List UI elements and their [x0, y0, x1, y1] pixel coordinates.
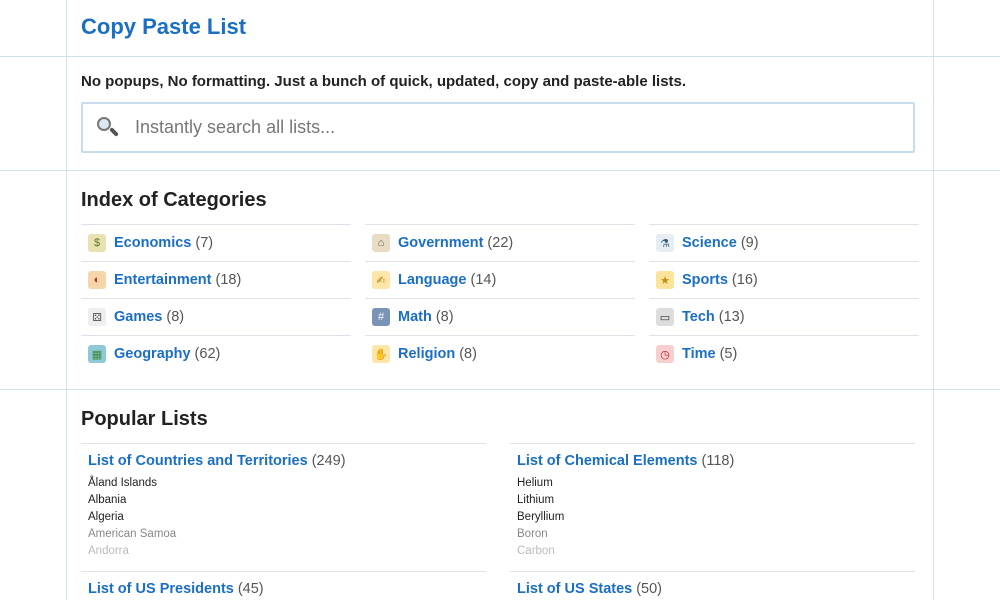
category-link[interactable]: Time	[682, 346, 716, 362]
category-link[interactable]: Entertainment	[114, 272, 212, 288]
alarm-clock-icon: ◷	[656, 345, 674, 363]
category-count: (9)	[740, 235, 759, 251]
numbers-icon: #	[372, 308, 390, 326]
list-item: American Samoa	[88, 528, 177, 540]
category-item-games: ⚄ Games (8)	[81, 298, 351, 335]
list-item: Lithium	[517, 494, 555, 506]
page-right-border	[933, 0, 934, 600]
category-count: (62)	[194, 346, 221, 362]
praying-hands-icon: ✋	[372, 345, 390, 363]
category-count: (8)	[435, 309, 454, 325]
category-item-time: ◷ Time (5)	[649, 335, 919, 372]
search-icon	[95, 115, 121, 141]
popular-list-link[interactable]: List of Countries and Territories	[88, 453, 308, 469]
popular-lists-heading: Popular Lists	[81, 408, 208, 430]
category-count: (8)	[459, 346, 477, 362]
classical-building-icon: ⌂	[372, 234, 390, 252]
category-count: (14)	[470, 272, 497, 288]
popular-list-card: List of US States (50)	[510, 571, 915, 597]
tagline: No popups, No formatting. Just a bunch o…	[81, 73, 687, 90]
category-link[interactable]: Geography	[114, 346, 191, 362]
category-column: ⚗ Science (9) ★ Sports (16) ▭ Tech (13) ◷ Time (5)	[649, 224, 919, 372]
category-count: (22)	[487, 235, 514, 251]
popular-list-card: List of Chemical Elements (118) Helium Lith…	[510, 443, 915, 560]
category-count: (13)	[718, 309, 745, 325]
theater-masks-icon: ◐	[88, 271, 106, 289]
popular-list-count: (45)	[237, 581, 264, 597]
microscope-icon: ⚗	[656, 234, 674, 252]
money-icon: $	[88, 234, 106, 252]
popular-list-link[interactable]: List of US Presidents	[88, 581, 234, 597]
category-link[interactable]: Religion	[398, 346, 455, 362]
popular-list-link[interactable]: List of US States	[517, 581, 632, 597]
categories-divider	[0, 389, 1000, 390]
category-column: ⌂ Government (22) ✍ Language (14) # Math (8) ✋ Rel…	[365, 224, 635, 372]
category-item-sports: ★ Sports (16)	[649, 261, 919, 298]
writing-hand-icon: ✍	[372, 271, 390, 289]
map-icon: ▦	[88, 345, 106, 363]
category-link[interactable]: Science	[682, 235, 737, 251]
categories-heading: Index of Categories	[81, 189, 267, 211]
category-count: (5)	[719, 346, 738, 362]
category-link[interactable]: Economics	[114, 235, 191, 251]
category-link[interactable]: Math	[398, 309, 432, 325]
dice-icon: ⚄	[88, 308, 106, 326]
popular-list-link[interactable]: List of Chemical Elements	[517, 453, 698, 469]
site-title[interactable]: Copy Paste List	[81, 14, 246, 40]
category-link[interactable]: Government	[398, 235, 483, 251]
search-box[interactable]	[81, 102, 915, 153]
category-link[interactable]: Games	[114, 309, 162, 325]
category-item-language: ✍ Language (14)	[365, 261, 635, 298]
list-item: Algeria	[88, 511, 124, 523]
popular-list-count: (118)	[701, 453, 735, 469]
popular-list-count: (50)	[636, 581, 663, 597]
popular-list-card: List of US Presidents (45)	[81, 571, 486, 597]
category-count: (8)	[166, 309, 185, 325]
category-item-economics: $ Economics (7)	[81, 224, 351, 261]
category-link[interactable]: Language	[398, 272, 466, 288]
list-item: Helium	[517, 477, 553, 489]
category-item-science: ⚗ Science (9)	[649, 224, 919, 261]
search-divider	[0, 170, 1000, 171]
popular-list-header: List of US States (50)	[517, 581, 915, 597]
header-divider	[0, 56, 1000, 57]
category-item-geography: ▦ Geography (62)	[81, 335, 351, 372]
category-count: (16)	[731, 272, 758, 288]
popular-list-header: List of Countries and Territories (249)	[88, 453, 486, 469]
page-left-border	[66, 0, 67, 600]
popular-list-preview: Helium Lithium Beryllium Boron Carbon	[517, 475, 915, 560]
list-item: Åland Islands	[88, 477, 158, 489]
category-item-math: # Math (8)	[365, 298, 635, 335]
list-item: Boron	[517, 528, 548, 540]
list-item: Albania	[88, 494, 127, 506]
laptop-icon: ▭	[656, 308, 674, 326]
list-item: Andorra	[88, 545, 129, 557]
list-item: Beryllium	[517, 511, 565, 523]
category-count: (18)	[215, 272, 242, 288]
category-count: (7)	[195, 235, 214, 251]
category-item-entertainment: ◐ Entertainment (18)	[81, 261, 351, 298]
popular-list-card: List of Countries and Territories (249) Ål…	[81, 443, 486, 560]
medal-icon: ★	[656, 271, 674, 289]
category-item-tech: ▭ Tech (13)	[649, 298, 919, 335]
category-column: $ Economics (7) ◐ Entertainment (18) ⚄ Games (8)…	[81, 224, 351, 372]
category-link[interactable]: Sports	[682, 272, 728, 288]
popular-list-header: List of Chemical Elements (118)	[517, 453, 915, 469]
search-input[interactable]	[133, 116, 897, 139]
popular-list-count: (249)	[311, 453, 346, 469]
category-item-government: ⌂ Government (22)	[365, 224, 635, 261]
popular-list-preview: Åland Islands Albania Algeria American Samo…	[88, 475, 486, 560]
list-item: Carbon	[517, 545, 555, 557]
popular-list-header: List of US Presidents (45)	[88, 581, 486, 597]
category-item-religion: ✋ Religion (8)	[365, 335, 635, 372]
category-link[interactable]: Tech	[682, 309, 715, 325]
